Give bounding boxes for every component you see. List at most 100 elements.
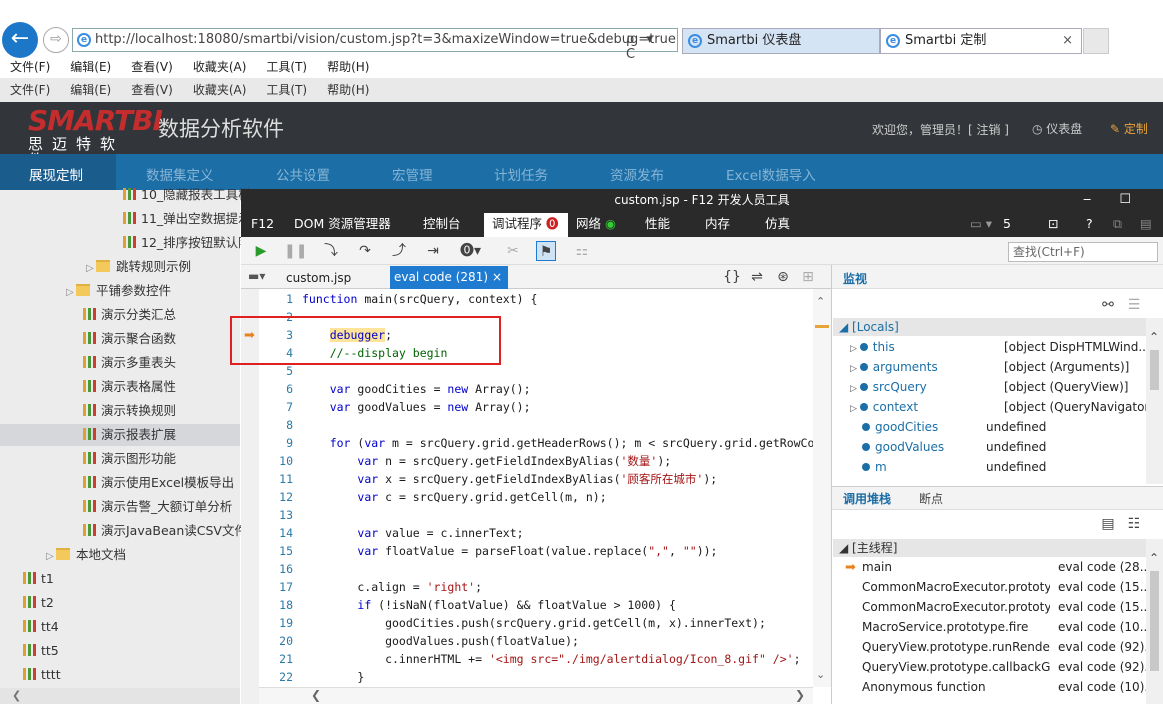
show-code-icon[interactable]: ▤ [1098, 514, 1118, 534]
new-tab-button[interactable] [1083, 28, 1109, 54]
file-tab-eval-code[interactable]: eval code (281) × [390, 266, 508, 289]
browser-tab-custom[interactable]: e Smartbi 定制 × [880, 28, 1082, 54]
find-input[interactable]: 查找(Ctrl+F) [1008, 242, 1158, 262]
undock-icon[interactable]: ⧉ [1113, 211, 1122, 237]
code-line[interactable]: 19 goodCities.push(srcQuery.grid.getCell… [259, 614, 831, 632]
folder-icon[interactable]: ▬▾ [248, 269, 274, 285]
nav-public-settings[interactable]: 公共设置 [276, 164, 330, 184]
nav-dataset[interactable]: 数据集定义 [146, 164, 214, 184]
tab-network[interactable]: 网络 ◉ [576, 211, 616, 237]
screen-icon[interactable]: ▭ ▾ [970, 211, 992, 237]
watch-row[interactable]: goodValues undefined [862, 437, 1144, 457]
menu-file[interactable]: 文件(F) [0, 78, 60, 102]
breakpoint-icon[interactable]: ⊛ [773, 267, 793, 287]
menu-tools[interactable]: 工具(T) [256, 78, 317, 102]
code-vscrollbar[interactable]: ⌃ ⌄ [813, 289, 831, 687]
add-watch-icon[interactable]: ⚯ [1098, 295, 1118, 315]
callstack-vscrollbar[interactable]: ⌃ [1146, 539, 1163, 704]
step-out-icon[interactable]: ⤴ [389, 241, 409, 261]
close-tab-icon[interactable]: × [492, 266, 502, 289]
code-line[interactable]: 17 c.align = 'right'; [259, 578, 831, 596]
tree-item[interactable]: 演示转换规则 [83, 400, 176, 422]
code-line[interactable]: 10 var n = srcQuery.getFieldIndexByAlias… [259, 452, 831, 470]
code-line[interactable]: 16 [259, 560, 831, 578]
menu-view[interactable]: 查看(V) [121, 58, 183, 76]
code-line[interactable]: 6 var goodCities = new Array(); [259, 380, 831, 398]
scroll-left-icon[interactable]: ❮ [311, 688, 321, 703]
tree-item-selected[interactable]: 演示报表扩展 [83, 424, 176, 446]
expand-arrow-icon[interactable]: ▷ [86, 258, 96, 280]
tab-callstack[interactable]: 调用堆栈 [843, 490, 891, 507]
tree-item[interactable]: tttt [23, 664, 61, 686]
nav-schedule[interactable]: 计划任务 [494, 164, 548, 184]
tab-f12[interactable]: F12 [251, 211, 274, 237]
tree-item[interactable]: 演示多重表头 [83, 352, 176, 374]
code-line[interactable]: 21 c.innerHTML += '<img src="./img/alert… [259, 650, 831, 668]
error-count[interactable]: 5 [1003, 211, 1011, 237]
continue-icon[interactable]: ▶ [251, 241, 271, 261]
scroll-up-icon[interactable]: ⌃ [1149, 330, 1159, 344]
tree-folder[interactable]: ▷ 平铺参数控件 [66, 280, 171, 302]
nav-macro[interactable]: 宏管理 [392, 164, 433, 184]
callstack-row[interactable]: MacroService.prototype.fire eval code (10… [862, 617, 1151, 637]
collapse-icon[interactable]: ◢ [839, 541, 852, 555]
code-line[interactable]: 12 var c = srcQuery.grid.getCell(m, n); [259, 488, 831, 506]
step-into-icon[interactable]: ⤵ [321, 241, 341, 261]
tree-item[interactable]: 10_隐藏报表工具栏 [123, 184, 251, 206]
nav-publish[interactable]: 资源发布 [610, 164, 664, 184]
tab-breakpoints[interactable]: 断点 [919, 490, 943, 507]
scroll-left-icon[interactable]: ❮ [12, 689, 21, 702]
tab-dom-explorer[interactable]: DOM 资源管理器 [294, 211, 391, 237]
code-hscrollbar[interactable]: ❮ ❯ [259, 687, 813, 704]
disconnect-icon[interactable]: ✂ [503, 241, 523, 261]
callstack-row[interactable]: QueryView.prototype.runRender... eval cod… [862, 637, 1156, 657]
debug-just-my-code-icon[interactable]: ⚑ [536, 241, 556, 261]
tree-item[interactable]: 演示表格属性 [83, 376, 176, 398]
collapse-icon[interactable]: ◢ [839, 320, 852, 334]
show-frames-icon[interactable]: ☷ [1124, 514, 1144, 534]
break-new-worker-icon[interactable]: ⇥ [423, 241, 443, 261]
dock-icon[interactable]: ▤ [1140, 211, 1152, 237]
step-over-icon[interactable]: ↷ [355, 241, 375, 261]
callstack-row[interactable]: Anonymous function eval code (10)... [862, 677, 1156, 697]
tree-item[interactable]: 11_弹出空数据提示 [123, 208, 251, 230]
menu-edit[interactable]: 编辑(E) [60, 58, 121, 76]
pretty-print-icon[interactable]: {} [722, 267, 742, 287]
tree-item[interactable]: 演示使用Excel模板导出 [83, 472, 234, 494]
code-line[interactable]: 9 for (var m = srcQuery.grid.getHeaderRo… [259, 434, 904, 452]
callstack-row[interactable]: CommonMacroExecutor.prototy... eval code … [862, 597, 1151, 617]
scroll-thumb[interactable] [1150, 571, 1159, 671]
tree-item[interactable]: 演示分类汇总 [83, 304, 176, 326]
code-line[interactable]: 22 } [259, 668, 831, 686]
exception-behavior-icon[interactable]: ⓿▾ [460, 241, 481, 261]
menu-edit[interactable]: 编辑(E) [60, 78, 121, 102]
nav-excel-import[interactable]: Excel数据导入 [726, 164, 816, 184]
tab-emulation[interactable]: 仿真 [765, 211, 790, 237]
pause-icon[interactable]: ❚❚ [284, 241, 307, 261]
devtools-window-controls[interactable]: ‒ ☐ ✕ [1083, 189, 1163, 229]
callstack-row[interactable]: main eval code (28... [862, 557, 1151, 577]
expand-arrow-icon[interactable]: ▷ [66, 282, 76, 304]
tab-memory[interactable]: 内存 [705, 211, 730, 237]
code-line[interactable]: 7 var goodValues = new Array(); [259, 398, 831, 416]
tree-item[interactable]: t2 [23, 592, 54, 614]
menu-favorites[interactable]: 收藏夹(A) [183, 58, 257, 76]
menu-file[interactable]: 文件(F) [0, 58, 60, 76]
tree-item[interactable]: tt5 [23, 640, 59, 662]
scroll-up-icon[interactable]: ⌃ [816, 295, 825, 308]
tab-performance[interactable]: 性能 [645, 211, 670, 237]
menu-favorites[interactable]: 收藏夹(A) [183, 78, 257, 102]
custom-link[interactable]: ✎ 定制 [1110, 120, 1148, 137]
tree-folder[interactable]: ▷ 跳转规则示例 [86, 256, 191, 278]
thread-header[interactable]: ◢ [主线程] [833, 539, 1146, 557]
help-icon[interactable]: ? [1086, 211, 1093, 237]
tab-debugger[interactable]: 调试程序 ⓿ [492, 211, 559, 237]
tree-hscrollbar[interactable]: ❮ [0, 688, 240, 704]
tree-item[interactable]: 演示JavaBean读CSV文件 [83, 520, 247, 542]
scroll-down-icon[interactable]: ⌄ [816, 668, 825, 681]
locals-header[interactable]: ◢ [Locals] [833, 318, 1146, 336]
tree-item[interactable]: 演示图形功能 [83, 448, 176, 470]
menu-view[interactable]: 查看(V) [121, 78, 183, 102]
tab-console[interactable]: 控制台 [423, 211, 461, 237]
expand-arrow-icon[interactable]: ▷ [46, 546, 56, 568]
